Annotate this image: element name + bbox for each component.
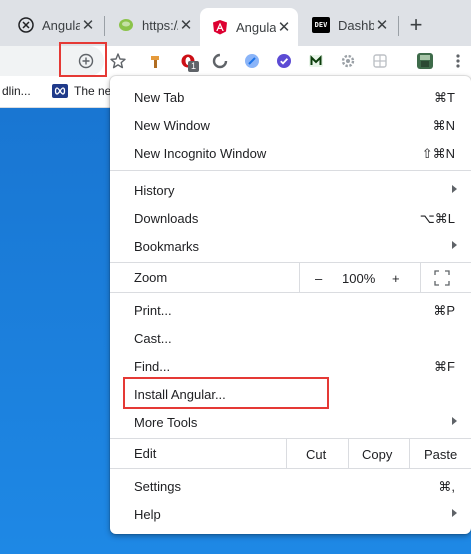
bookmark-label: dlin...	[2, 84, 31, 98]
leaf-icon	[118, 17, 134, 33]
menu-item-print[interactable]: Print... ⌘P	[110, 296, 471, 324]
menu-item-find[interactable]: Find... ⌘F	[110, 352, 471, 380]
close-icon[interactable]: ✕	[80, 17, 96, 34]
tab-strip: Angular ✕ https:// ✕ Angular ✕ DEV Dashb…	[0, 0, 471, 46]
new-tab-button[interactable]: +	[403, 12, 429, 38]
bookmark-label: The ne	[74, 84, 112, 98]
zoom-out-button[interactable]: –	[315, 271, 322, 286]
extension-refresh-icon[interactable]	[210, 51, 230, 71]
shortcut-label: ⌘F	[434, 359, 455, 374]
chrome-main-menu: New Tab ⌘T New Window ⌘N New Incognito W…	[110, 76, 471, 534]
shortcut-label: ⌥⌘L	[419, 211, 455, 226]
menu-item-label: History	[134, 182, 175, 198]
copy-button[interactable]: Copy	[362, 447, 392, 462]
tab-title: Angular	[42, 17, 80, 33]
menu-divider	[286, 439, 287, 468]
shortcut-label: ⌘P	[433, 303, 455, 318]
menu-item-help[interactable]: Help	[110, 500, 471, 528]
menu-divider	[409, 439, 410, 468]
menu-item-label: Cast...	[134, 330, 172, 346]
extension-opera-icon[interactable]: 1	[178, 51, 200, 72]
shortcut-label: ⌘N	[432, 118, 455, 133]
bookmark-item[interactable]: The ne	[52, 84, 111, 98]
tab-separator	[398, 16, 399, 36]
menu-divider	[110, 170, 471, 171]
menu-item-settings[interactable]: Settings ⌘,	[110, 472, 471, 500]
zoom-in-button[interactable]: +	[392, 271, 400, 286]
extension-m-icon[interactable]	[306, 51, 326, 71]
menu-divider	[110, 292, 471, 293]
menu-item-label: Zoom	[134, 270, 168, 285]
menu-item-history[interactable]: History	[110, 176, 471, 204]
menu-item-label: New Tab	[134, 89, 185, 105]
zoom-level: 100%	[342, 271, 376, 286]
submenu-arrow-icon	[452, 241, 457, 249]
menu-divider	[348, 439, 349, 468]
menu-item-label: New Incognito Window	[134, 145, 267, 161]
extension-grid-icon[interactable]	[370, 51, 390, 71]
menu-item-cast[interactable]: Cast...	[110, 324, 471, 352]
menu-item-more-tools[interactable]: More Tools	[110, 408, 471, 436]
tab-angular-active[interactable]: Angular ✕	[200, 8, 298, 46]
menu-kebab-icon[interactable]	[448, 51, 468, 71]
paste-button[interactable]: Paste	[424, 447, 457, 462]
submenu-arrow-icon	[452, 185, 457, 193]
shortcut-label: ⇧⌘N	[421, 146, 455, 161]
menu-item-new-incognito[interactable]: New Incognito Window ⇧⌘N	[110, 139, 471, 167]
extension-hammer-icon[interactable]	[146, 51, 166, 71]
menu-item-label: Downloads	[134, 210, 199, 226]
extension-feather-icon[interactable]	[242, 51, 262, 71]
menu-item-edit: Edit	[110, 439, 471, 468]
tab-dashboard[interactable]: DEV Dashboard ✕	[300, 8, 396, 42]
tab-https[interactable]: https:// ✕	[106, 8, 200, 42]
menu-item-label: More Tools	[134, 414, 198, 430]
menu-item-new-window[interactable]: New Window ⌘N	[110, 111, 471, 139]
shortcut-label: ⌘T	[434, 90, 455, 105]
extension-check-icon[interactable]	[274, 51, 294, 71]
extension-gear-icon[interactable]	[338, 51, 358, 71]
menu-item-label: Print...	[134, 302, 172, 318]
submenu-arrow-icon	[452, 417, 457, 425]
tab-angular-1[interactable]: Angular ✕	[6, 8, 102, 42]
menu-divider	[420, 263, 421, 292]
bookmark-star-icon[interactable]	[108, 51, 128, 71]
fullscreen-icon[interactable]	[434, 270, 450, 286]
tab-title: Angular	[236, 19, 276, 35]
menu-item-label: Settings	[134, 478, 181, 494]
shortcut-label: ⌘,	[438, 479, 455, 494]
close-icon[interactable]: ✕	[276, 19, 292, 36]
dev-logo-icon: DEV	[312, 17, 330, 33]
angular-logo-icon	[212, 19, 228, 35]
dev-logo-text: DEV	[314, 21, 328, 29]
close-icon[interactable]: ✕	[178, 17, 194, 34]
cut-button[interactable]: Cut	[306, 447, 326, 462]
menu-item-label: Find...	[134, 358, 171, 374]
extension-badge: 1	[188, 61, 200, 72]
menu-item-label: Help	[134, 506, 161, 522]
tab-separator	[104, 16, 105, 36]
profile-avatar-icon[interactable]	[415, 51, 435, 71]
submenu-arrow-icon	[452, 509, 457, 517]
tab-title: Dashboard	[338, 17, 374, 33]
angular-outline-icon	[18, 17, 34, 33]
menu-divider	[299, 263, 300, 292]
highlight-box-install-icon	[59, 42, 107, 77]
menu-item-new-tab[interactable]: New Tab ⌘T	[110, 83, 471, 111]
tab-title: https://	[142, 17, 178, 33]
bookmark-item[interactable]: dlin...	[2, 84, 31, 98]
menu-item-label: New Window	[134, 117, 210, 133]
highlight-box-install-item	[123, 377, 329, 409]
close-icon[interactable]: ✕	[374, 17, 390, 34]
menu-item-bookmarks[interactable]: Bookmarks	[110, 232, 471, 260]
menu-item-downloads[interactable]: Downloads ⌥⌘L	[110, 204, 471, 232]
menu-item-label: Bookmarks	[134, 238, 200, 254]
menu-item-label: Edit	[134, 446, 157, 461]
menu-divider	[110, 468, 471, 469]
infinity-icon	[52, 84, 68, 98]
menu-item-zoom: Zoom	[110, 263, 471, 292]
